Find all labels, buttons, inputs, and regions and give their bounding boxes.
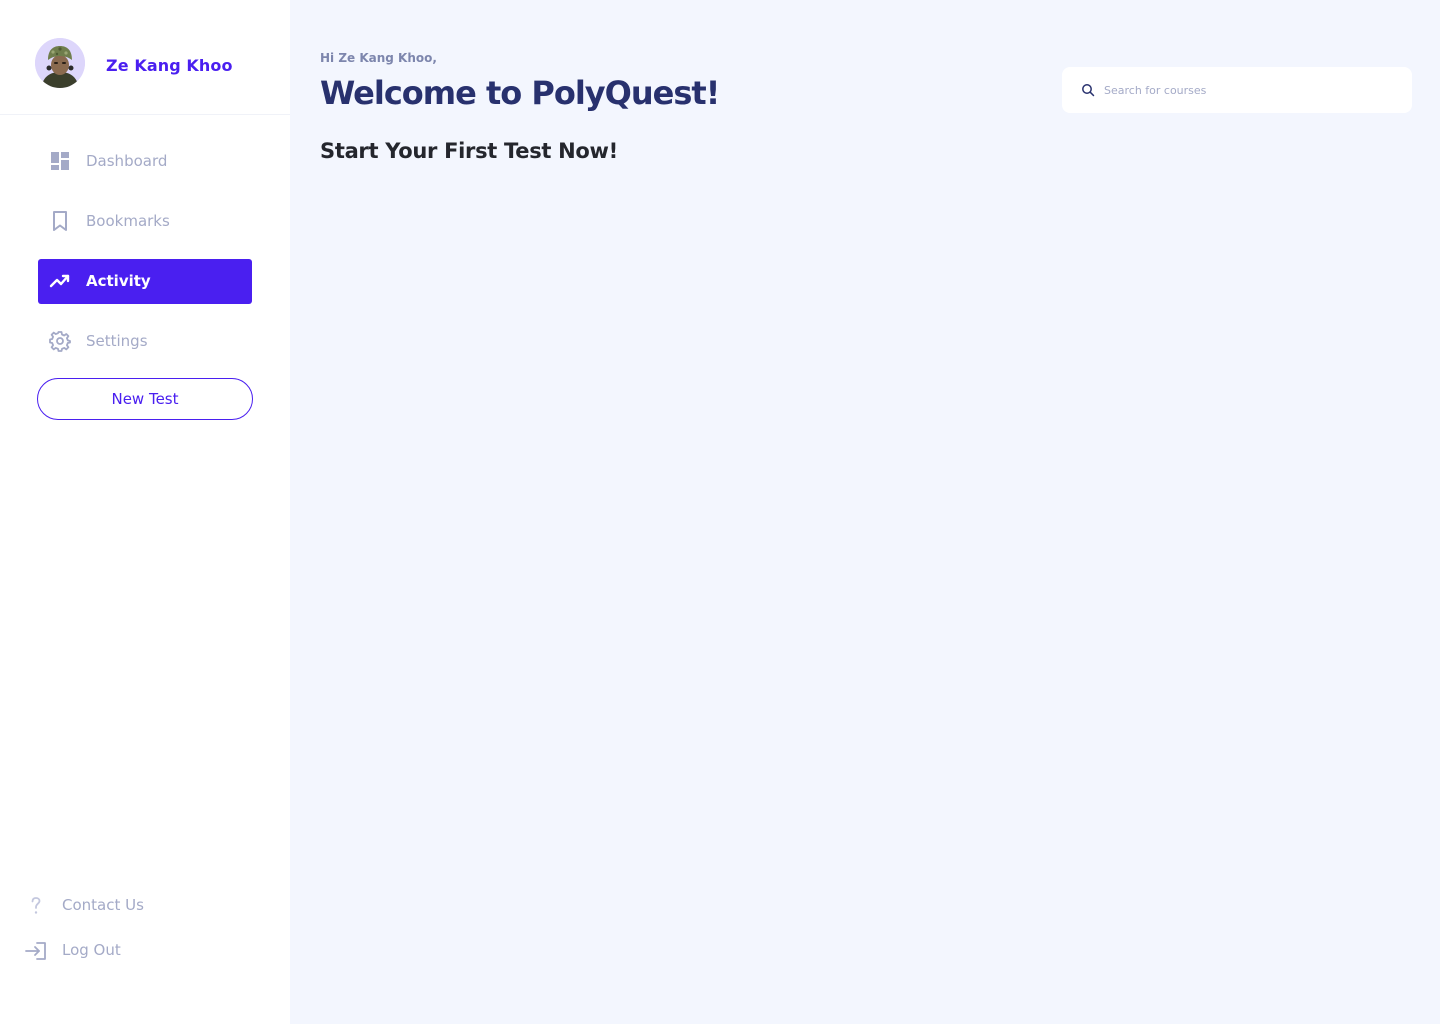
profile-name: Ze Kang Khoo <box>106 56 233 75</box>
activity-trend-icon <box>49 274 70 288</box>
user-avatar-icon <box>35 38 85 88</box>
log-out-link[interactable]: Log Out <box>24 939 224 963</box>
profile-header: Ze Kang Khoo <box>0 0 290 115</box>
search-bar[interactable] <box>1062 67 1412 113</box>
question-icon <box>31 897 41 914</box>
logout-icon <box>25 942 46 960</box>
search-icon <box>1082 84 1095 97</box>
sidebar-item-bookmarks[interactable]: Bookmarks <box>38 199 252 244</box>
bookmark-icon <box>53 211 67 231</box>
gear-icon <box>49 331 71 352</box>
sidebar-item-label: Settings <box>86 332 148 350</box>
contact-us-label: Contact Us <box>62 896 144 914</box>
sidebar: Ze Kang Khoo Dashboard Bookmarks Activit… <box>0 0 290 1024</box>
sidebar-item-label: Activity <box>86 272 151 290</box>
sidebar-item-label: Dashboard <box>86 152 168 170</box>
sidebar-item-activity[interactable]: Activity <box>38 259 252 304</box>
page-title: Welcome to PolyQuest! <box>320 74 720 112</box>
log-out-label: Log Out <box>62 941 121 959</box>
search-input[interactable] <box>1104 79 1394 101</box>
greeting-text: Hi Ze Kang Khoo, <box>320 51 437 65</box>
sidebar-item-label: Bookmarks <box>86 212 170 230</box>
sidebar-item-dashboard[interactable]: Dashboard <box>38 139 252 184</box>
avatar[interactable] <box>35 38 85 88</box>
contact-us-link[interactable]: Contact Us <box>24 894 224 918</box>
new-test-button[interactable]: New Test <box>37 378 253 420</box>
dashboard-icon <box>51 152 69 170</box>
sidebar-item-settings[interactable]: Settings <box>38 319 252 364</box>
page-subtitle: Start Your First Test Now! <box>320 139 618 163</box>
